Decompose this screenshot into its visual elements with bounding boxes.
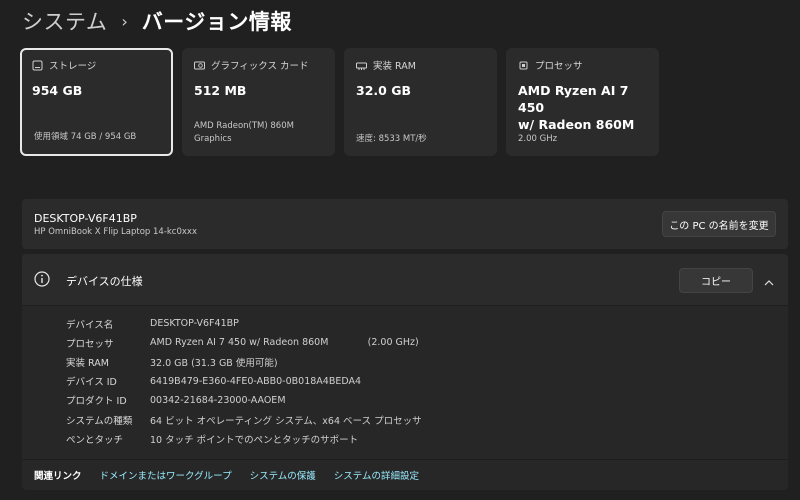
advanced-system-settings-link[interactable]: システムの詳細設定: [334, 468, 419, 482]
card-subtext: 速度: 8533 MT/秒: [356, 134, 427, 144]
spec-value: AMD Ryzen AI 7 450 w/ Radeon 860M (2.00 …: [150, 337, 419, 349]
related-links: 関連リンク ドメインまたはワークグループ システムの保護 システムの詳細設定: [22, 459, 788, 490]
device-name-bar: DESKTOP-V6F41BP HP OmniBook X Flip Lapto…: [22, 199, 788, 249]
spec-row: プロセッサ AMD Ryzen AI 7 450 w/ Radeon 860M …: [66, 333, 422, 352]
device-specs-panel: デバイスの仕様 コピー デバイス名 DESKTOP-V6F41BP プロセッサ …: [22, 254, 788, 490]
storage-icon: [32, 60, 43, 71]
card-value: AMD Ryzen AI 7 450 w/ Radeon 860M: [518, 83, 635, 132]
spec-key: ペンとタッチ: [66, 434, 124, 446]
spec-table: デバイス名 DESKTOP-V6F41BP プロセッサ AMD Ryzen AI…: [66, 314, 422, 448]
storage-card[interactable]: ストレージ 954 GB 使用領域 74 GB / 954 GB: [20, 48, 173, 156]
card-label: ストレージ: [49, 61, 97, 72]
card-subtext: AMD Radeon(TM) 860M Graphics: [194, 121, 294, 144]
spec-key: 実装 RAM: [66, 357, 109, 369]
graphics-card-icon: [194, 60, 205, 71]
page-title: バージョン情報: [141, 10, 292, 34]
chevron-up-icon[interactable]: [763, 274, 775, 286]
breadcrumb-parent-link[interactable]: システム: [22, 6, 107, 36]
related-links-label: 関連リンク: [34, 471, 82, 482]
spec-value: 6419B479-E360-4FE0-ABB0-0B018A4BEDA4: [150, 375, 362, 387]
spec-key: デバイス ID: [66, 377, 117, 389]
breadcrumb-separator: ›: [121, 11, 128, 31]
spec-value: 32.0 GB (31.3 GB 使用可能): [150, 357, 278, 369]
spec-key: デバイス名: [66, 319, 114, 331]
card-subtext: 2.00 GHz: [518, 134, 558, 144]
processor-icon: [518, 60, 529, 71]
card-label: 実装 RAM: [373, 61, 416, 72]
system-protection-link[interactable]: システムの保護: [250, 468, 316, 482]
spec-value: 00342-21684-23000-AAOEM: [150, 394, 286, 406]
spec-row: 実装 RAM 32.0 GB (31.3 GB 使用可能): [66, 352, 422, 371]
spec-value: 10 タッチ ポイントでのペンとタッチのサポート: [150, 434, 359, 446]
ram-card[interactable]: 実装 RAM 32.0 GB 速度: 8533 MT/秒: [344, 48, 497, 156]
spec-cards: ストレージ 954 GB 使用領域 74 GB / 954 GB グラフィックス…: [20, 48, 659, 156]
rename-pc-button[interactable]: この PC の名前を変更: [662, 211, 776, 237]
card-value: 954 GB: [32, 83, 83, 98]
spec-key: プロダクト ID: [66, 396, 127, 408]
processor-card[interactable]: プロセッサ AMD Ryzen AI 7 450 w/ Radeon 860M …: [506, 48, 659, 156]
ram-icon: [356, 60, 367, 71]
card-label: グラフィックス カード: [211, 61, 309, 72]
device-model: HP OmniBook X Flip Laptop 14-kc0xxx: [34, 227, 197, 237]
spec-row: システムの種類 64 ビット オペレーティング システム、x64 ベース プロセ…: [66, 410, 422, 429]
breadcrumb: システム › バージョン情報: [22, 4, 292, 38]
card-subtext: 使用領域 74 GB / 954 GB: [34, 132, 137, 142]
spec-row: プロダクト ID 00342-21684-23000-AAOEM: [66, 391, 422, 410]
spec-row: デバイス ID 6419B479-E360-4FE0-ABB0-0B018A4B…: [66, 372, 422, 391]
card-value: 512 MB: [194, 83, 247, 98]
graphics-card[interactable]: グラフィックス カード 512 MB AMD Radeon(TM) 860M G…: [182, 48, 335, 156]
spec-value: DESKTOP-V6F41BP: [150, 318, 239, 330]
spec-row: デバイス名 DESKTOP-V6F41BP: [66, 314, 422, 333]
device-name: DESKTOP-V6F41BP: [34, 212, 137, 225]
spec-value: 64 ビット オペレーティング システム、x64 ベース プロセッサ: [150, 415, 422, 427]
copy-button[interactable]: コピー: [679, 268, 753, 293]
domain-workgroup-link[interactable]: ドメインまたはワークグループ: [100, 468, 232, 482]
card-value: 32.0 GB: [356, 83, 411, 98]
card-label: プロセッサ: [535, 61, 583, 72]
device-specs-title: デバイスの仕様: [66, 275, 143, 288]
device-specs-header[interactable]: デバイスの仕様 コピー: [22, 254, 788, 306]
spec-key: システムの種類: [66, 415, 133, 427]
spec-key: プロセッサ: [66, 338, 114, 350]
spec-row: ペンとタッチ 10 タッチ ポイントでのペンとタッチのサポート: [66, 429, 422, 448]
info-icon: [34, 271, 50, 287]
